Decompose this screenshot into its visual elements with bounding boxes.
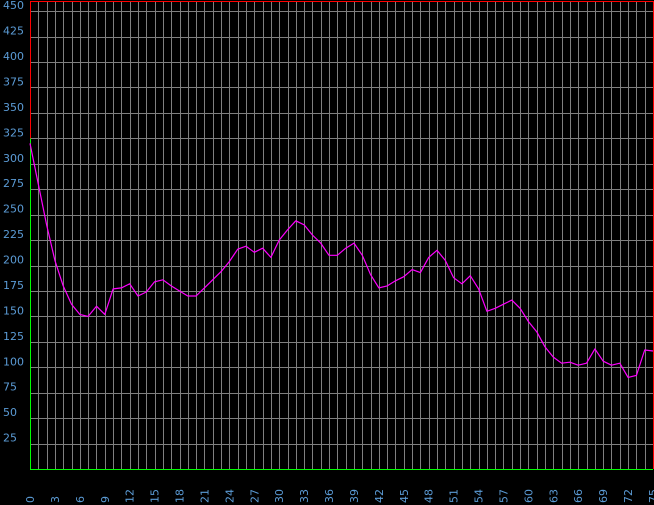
x-tick-label: 60 (522, 489, 535, 503)
x-tick-label: 45 (398, 489, 411, 503)
y-tick-label: 25 (3, 432, 17, 445)
y-tick-label: 100 (3, 355, 24, 368)
y-tick-label: 250 (3, 203, 24, 216)
y-tick-label: 200 (3, 254, 24, 267)
x-tick-label: 57 (497, 489, 510, 503)
x-tick-label: 39 (348, 489, 361, 503)
y-tick-label: 400 (3, 50, 24, 63)
x-tick-label: 66 (572, 489, 585, 503)
y-tick-label: 350 (3, 101, 24, 114)
x-tick-label: 6 (74, 496, 87, 503)
y-tick-label: 275 (3, 177, 24, 190)
x-tick-label: 72 (622, 489, 635, 503)
x-tick-label: 33 (298, 489, 311, 503)
x-tick-label: 9 (99, 496, 112, 503)
x-tick-label: 42 (373, 489, 386, 503)
x-tick-label: 69 (597, 489, 610, 503)
y-tick-label: 175 (3, 279, 24, 292)
x-tick-label: 24 (223, 489, 236, 503)
x-tick-label: 12 (124, 489, 137, 503)
y-tick-label: 425 (3, 25, 24, 38)
line-chart: 2550751001251501752002252502753003253503… (0, 0, 654, 505)
x-tick-label: 36 (323, 489, 336, 503)
x-tick-label: 15 (149, 489, 162, 503)
y-tick-label: 125 (3, 330, 24, 343)
y-tick-label: 450 (3, 0, 24, 12)
x-tick-label: 21 (198, 489, 211, 503)
x-tick-label: 51 (448, 489, 461, 503)
y-tick-label: 375 (3, 75, 24, 88)
y-tick-label: 150 (3, 304, 24, 317)
x-tick-label: 63 (547, 489, 560, 503)
x-tick-label: 54 (473, 489, 486, 503)
x-tick-label: 75 (647, 489, 654, 503)
x-tick-label: 18 (174, 489, 187, 503)
x-tick-label: 30 (273, 489, 286, 503)
y-tick-label: 50 (3, 406, 17, 419)
y-tick-label: 300 (3, 152, 24, 165)
x-tick-label: 3 (49, 496, 62, 503)
x-tick-label: 48 (423, 489, 436, 503)
y-tick-label: 225 (3, 228, 24, 241)
y-tick-label: 75 (3, 381, 17, 394)
x-tick-label: 27 (248, 489, 261, 503)
y-tick-label: 325 (3, 126, 24, 139)
x-tick-label: 0 (24, 496, 37, 503)
